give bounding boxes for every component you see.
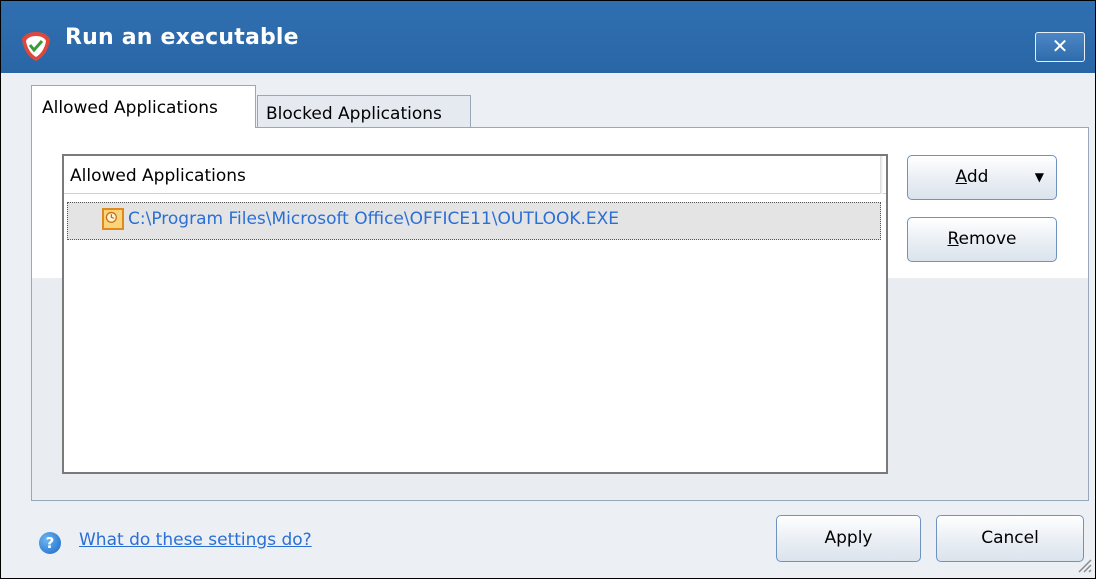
window-title: Run an executable xyxy=(65,25,299,50)
tab-allowed-applications[interactable]: Allowed Applications xyxy=(31,85,256,128)
question-icon[interactable]: ? xyxy=(39,532,61,554)
allowed-applications-list[interactable]: Allowed Applications C:\Program Files\Mi… xyxy=(62,154,888,474)
resize-grip-icon[interactable] xyxy=(1075,553,1093,573)
add-button-label: dd xyxy=(966,167,989,187)
list-item[interactable]: C:\Program Files\Microsoft Office\OFFICE… xyxy=(67,202,881,240)
list-column-header[interactable]: Allowed Applications xyxy=(64,156,886,194)
close-button[interactable]: ✕ xyxy=(1035,32,1085,62)
remove-button-label: emove xyxy=(958,229,1017,249)
shield-logo-icon xyxy=(22,32,50,61)
help-link[interactable]: What do these settings do? xyxy=(79,530,312,550)
cancel-button[interactable]: Cancel xyxy=(936,515,1084,562)
dialog-window: Run an executable ✕ Allowed Applications… xyxy=(0,0,1096,579)
add-button-accelerator: A xyxy=(955,167,967,187)
dialog-body: Allowed Applications Blocked Application… xyxy=(1,73,1095,578)
add-button[interactable]: Add ▼ xyxy=(907,155,1057,200)
apply-button[interactable]: Apply xyxy=(776,515,921,562)
remove-button-accelerator: R xyxy=(947,229,959,249)
list-item-path: C:\Program Files\Microsoft Office\OFFICE… xyxy=(128,209,620,229)
column-divider xyxy=(880,156,883,194)
title-bar[interactable]: Run an executable ✕ xyxy=(1,1,1095,73)
tab-blocked-applications[interactable]: Blocked Applications xyxy=(257,95,471,127)
close-icon: ✕ xyxy=(1051,34,1069,58)
dropdown-arrow-icon[interactable]: ▼ xyxy=(1035,156,1044,199)
clock-icon xyxy=(102,208,124,230)
remove-button[interactable]: Remove xyxy=(907,217,1057,262)
